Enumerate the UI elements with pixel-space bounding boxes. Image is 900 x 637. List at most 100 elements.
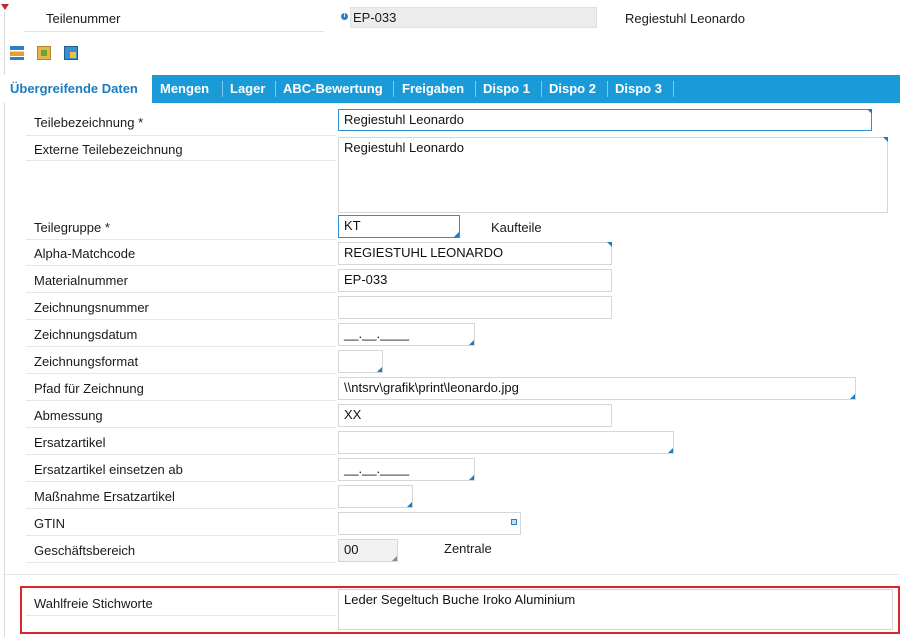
ersatzartikel-einsetzen-ab-field[interactable]: __.__.____ (338, 458, 475, 481)
gtin-label: GTIN (34, 516, 66, 531)
pfad-fuer-zeichnung-value: \\ntsrv\grafik\print\leonardo.jpg (344, 380, 519, 395)
tab-separator (275, 81, 276, 97)
teilegruppe-field[interactable]: KT (338, 215, 460, 238)
zeichnungsdatum-value: __.__.____ (344, 326, 410, 341)
wahlfreie-stichworte-label: Wahlfreie Stichworte (34, 596, 153, 611)
geschaeftsbereich-value: 00 (344, 542, 359, 557)
zeichnungsnummer-label: Zeichnungsnummer (34, 300, 149, 315)
ersatzartikel-einsetzen-ab-label: Ersatzartikel einsetzen ab (34, 462, 183, 477)
row-divider (26, 535, 336, 536)
tab-dispo-1[interactable]: Dispo 1 (483, 75, 530, 103)
ersatzartikel-field[interactable] (338, 431, 674, 454)
row-divider (26, 427, 336, 428)
abmessung-field[interactable]: XX (338, 404, 612, 427)
field-marker-icon (850, 394, 855, 399)
gtin-field[interactable] (338, 512, 521, 535)
tab-mengen[interactable]: Mengen (160, 75, 209, 103)
teilebezeichnung-label: Teilebezeichnung * (34, 115, 144, 130)
row-divider (26, 160, 336, 161)
alpha-matchcode-value: REGIESTUHL LEONARDO (344, 245, 504, 260)
tab-separator (541, 81, 542, 97)
tab-separator (393, 81, 394, 97)
pfad-fuer-zeichnung-field[interactable]: \\ntsrv\grafik\print\leonardo.jpg (338, 377, 856, 400)
tab-separator (222, 81, 223, 97)
document-search-icon[interactable] (37, 46, 51, 60)
header-row: Teilenummer i EP-033 Regiestuhl Leonardo (0, 0, 900, 36)
tab-uebergreifende-daten[interactable]: Übergreifende Daten (2, 75, 152, 103)
geschaeftsbereich-description: Zentrale (444, 541, 492, 556)
ersatzartikel-label: Ersatzartikel (34, 435, 106, 450)
externe-teilebezeichnung-value: Regiestuhl Leonardo (344, 140, 464, 155)
section-divider (2, 574, 900, 575)
massnahme-ersatzartikel-label: Maßnahme Ersatzartikel (34, 489, 175, 504)
field-marker-icon (469, 475, 474, 480)
save-icon[interactable] (64, 46, 78, 60)
zeichnungsnummer-field[interactable] (338, 296, 612, 319)
abmessung-label: Abmessung (34, 408, 103, 423)
tab-dispo-3[interactable]: Dispo 3 (615, 75, 662, 103)
field-marker-icon (668, 448, 673, 453)
field-marker-icon (607, 242, 612, 247)
wahlfreie-stichworte-field[interactable]: Leder Segeltuch Buche Iroko Aluminium (338, 589, 893, 630)
row-divider (26, 615, 336, 616)
alpha-matchcode-label: Alpha-Matchcode (34, 246, 136, 261)
row-divider (26, 292, 336, 293)
field-marker-icon (469, 340, 474, 345)
part-number-label: Teilenummer (46, 11, 121, 26)
externe-teilebezeichnung-label: Externe Teilebezeichnung (34, 142, 183, 157)
tab-bar: Übergreifende Daten Mengen Lager ABC-Bew… (2, 75, 900, 103)
row-divider (26, 400, 336, 401)
field-marker-icon (867, 109, 872, 114)
row-divider (26, 239, 336, 240)
tab-separator (673, 81, 674, 97)
materialnummer-label: Materialnummer (34, 273, 128, 288)
zeichnungsdatum-label: Zeichnungsdatum (34, 327, 138, 342)
zeichnungsformat-field[interactable] (338, 350, 383, 373)
row-divider (26, 319, 336, 320)
form-area: Teilebezeichnung * Regiestuhl Leonardo E… (2, 103, 900, 637)
header-divider (24, 31, 324, 32)
teilebezeichnung-field[interactable]: Regiestuhl Leonardo (338, 109, 872, 131)
tab-lager[interactable]: Lager (230, 75, 265, 103)
geschaeftsbereich-label: Geschäftsbereich (34, 543, 136, 558)
part-number-field: EP-033 (350, 7, 597, 28)
part-name-text: Regiestuhl Leonardo (625, 11, 745, 26)
row-divider (26, 346, 336, 347)
field-marker-icon (883, 137, 888, 142)
tab-freigaben[interactable]: Freigaben (402, 75, 464, 103)
field-marker-icon (454, 232, 459, 237)
materialnummer-field[interactable]: EP-033 (338, 269, 612, 292)
field-marker-icon (377, 367, 382, 372)
row-divider (26, 562, 336, 563)
massnahme-ersatzartikel-field[interactable] (338, 485, 413, 508)
tab-abc-bewertung[interactable]: ABC-Bewertung (283, 75, 383, 103)
field-marker-icon (392, 556, 397, 561)
toolbar (10, 46, 78, 62)
grid-edit-icon[interactable] (10, 46, 24, 60)
wahlfreie-stichworte-value: Leder Segeltuch Buche Iroko Aluminium (344, 592, 576, 607)
row-divider (26, 454, 336, 455)
row-divider (26, 508, 336, 509)
zeichnungsformat-label: Zeichnungsformat (34, 354, 139, 369)
info-icon[interactable]: i (341, 13, 348, 20)
teilegruppe-label: Teilegruppe * (34, 220, 110, 235)
materialnummer-value: EP-033 (344, 272, 388, 287)
teilebezeichnung-value: Regiestuhl Leonardo (344, 112, 464, 127)
tab-separator (607, 81, 608, 97)
teilegruppe-description: Kaufteile (491, 220, 542, 235)
teilegruppe-value: KT (344, 218, 361, 233)
tab-dispo-2[interactable]: Dispo 2 (549, 75, 596, 103)
abmessung-value: XX (344, 407, 362, 422)
field-marker-icon (407, 502, 412, 507)
barcode-icon[interactable] (511, 519, 517, 525)
ersatzartikel-einsetzen-ab-value: __.__.____ (344, 461, 410, 476)
row-divider (26, 373, 336, 374)
row-divider (26, 481, 336, 482)
externe-teilebezeichnung-field[interactable]: Regiestuhl Leonardo (338, 137, 888, 213)
pfad-fuer-zeichnung-label: Pfad für Zeichnung (34, 381, 144, 396)
zeichnungsdatum-field[interactable]: __.__.____ (338, 323, 475, 346)
row-divider (26, 135, 336, 136)
row-divider (26, 265, 336, 266)
alpha-matchcode-field[interactable]: REGIESTUHL LEONARDO (338, 242, 612, 265)
geschaeftsbereich-field[interactable]: 00 (338, 539, 398, 562)
